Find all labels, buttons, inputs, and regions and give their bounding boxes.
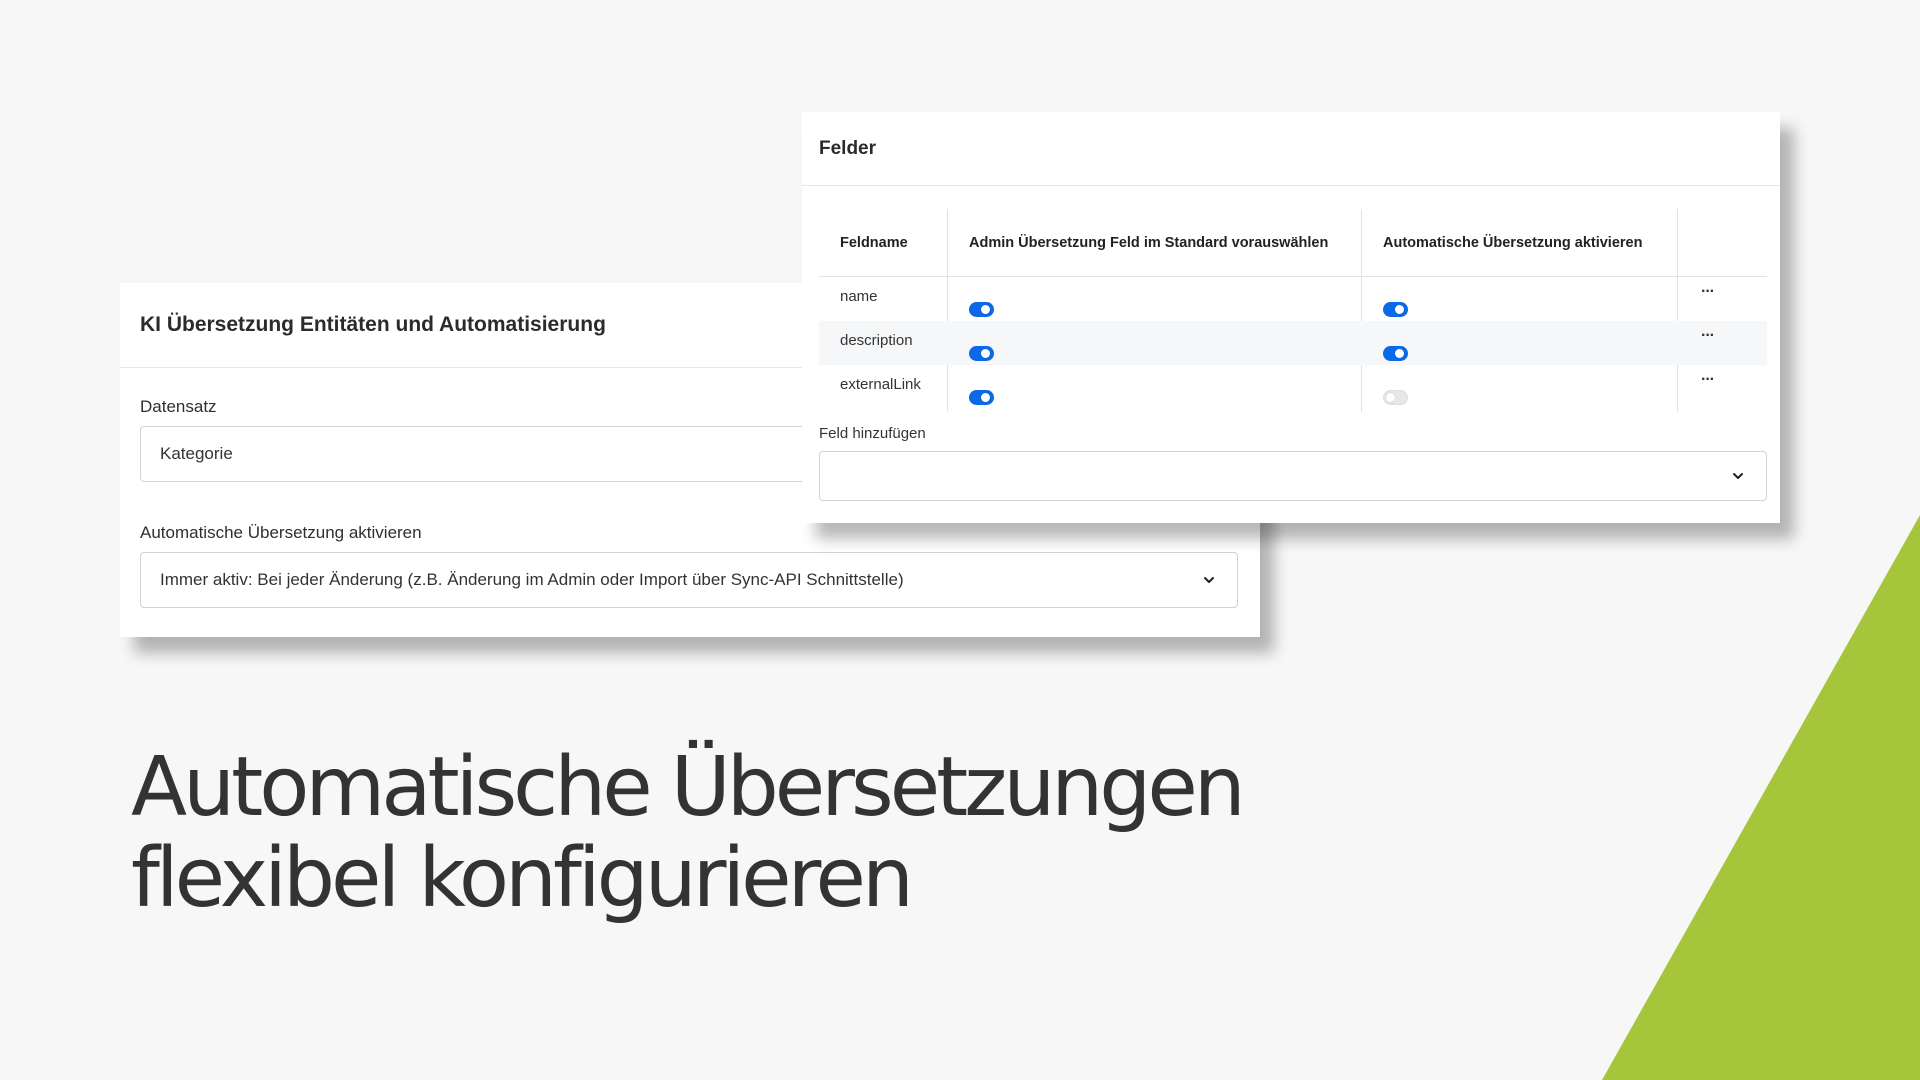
field-name: name (840, 288, 878, 305)
column-header-auto-translation: Automatische Übersetzung aktivieren (1383, 234, 1643, 251)
auto-translation-toggle[interactable] (1383, 390, 1408, 405)
column-header-admin-preselect: Admin Übersetzung Feld im Standard vorau… (969, 234, 1329, 251)
table-row: externalLink ··· (819, 365, 1767, 409)
table-header: Feldname Admin Übersetzung Feld im Stand… (819, 209, 1767, 277)
more-options-icon[interactable]: ··· (1701, 283, 1715, 301)
headline-line-1: Automatische Übersetzungen (131, 740, 1246, 835)
admin-preselect-toggle[interactable] (969, 346, 994, 361)
chevron-down-icon (1204, 577, 1214, 583)
fields-card-header: Felder (802, 112, 1780, 186)
auto-translation-toggle[interactable] (1383, 302, 1408, 317)
entity-card-title: KI Übersetzung Entitäten und Automatisie… (140, 313, 606, 336)
headline-line-2: flexibel konfigurieren (131, 831, 914, 926)
add-field-label: Feld hinzufügen (819, 425, 926, 442)
fields-card: Felder Feldname Admin Übersetzung Feld i… (802, 112, 1780, 523)
auto-translation-toggle[interactable] (1383, 346, 1408, 361)
headline: Automatische Übersetzungen flexibel konf… (131, 740, 1246, 926)
fields-card-title: Felder (819, 137, 877, 159)
auto-translation-value: Immer aktiv: Bei jeder Änderung (z.B. Än… (160, 570, 904, 589)
more-options-icon[interactable]: ··· (1701, 327, 1715, 345)
more-options-icon[interactable]: ··· (1701, 371, 1715, 389)
auto-translation-label: Automatische Übersetzung aktivieren (140, 523, 422, 542)
add-field-select[interactable] (819, 451, 1767, 501)
admin-preselect-toggle[interactable] (969, 390, 994, 405)
column-header-fieldname: Feldname (840, 234, 908, 251)
table-row: description ··· (819, 321, 1767, 365)
field-name: description (840, 332, 913, 349)
dataset-value: Kategorie (160, 444, 233, 463)
chevron-down-icon (1733, 473, 1743, 479)
auto-translation-select[interactable]: Immer aktiv: Bei jeder Änderung (z.B. Än… (140, 552, 1238, 608)
table-row: name ··· (819, 277, 1767, 321)
dataset-label: Datensatz (140, 397, 217, 416)
fields-table: Feldname Admin Übersetzung Feld im Stand… (819, 209, 1767, 412)
field-name: externalLink (840, 376, 921, 393)
admin-preselect-toggle[interactable] (969, 302, 994, 317)
